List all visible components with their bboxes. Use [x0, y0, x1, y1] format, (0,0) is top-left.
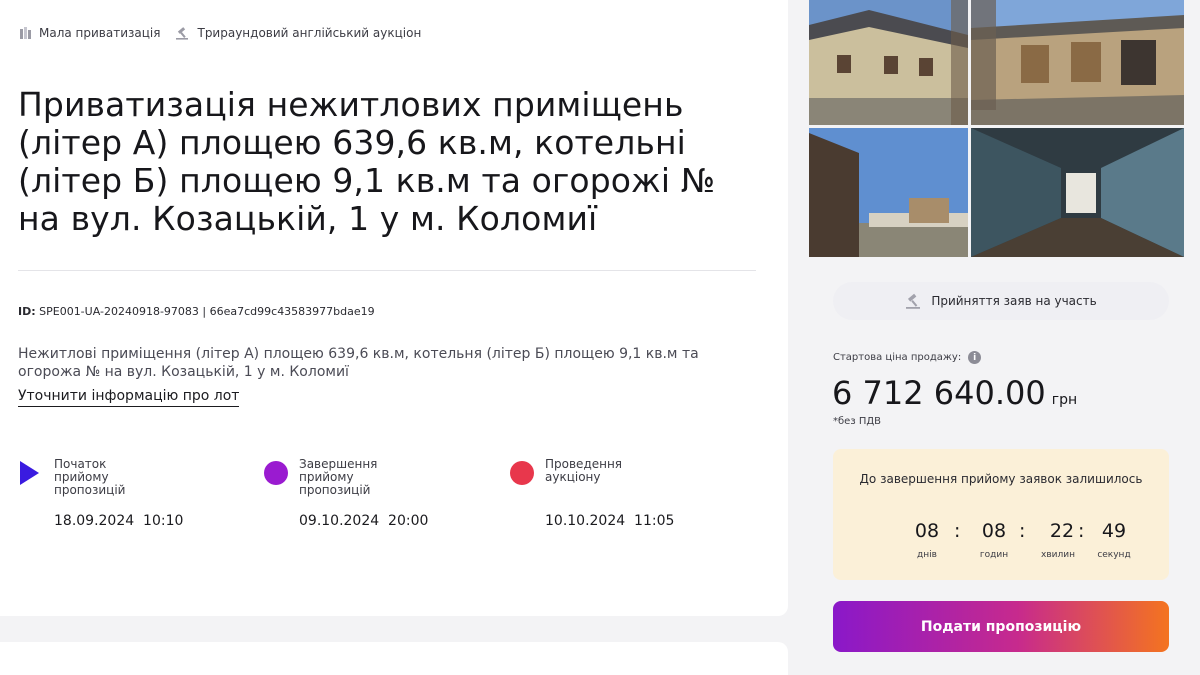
timeline-label: Проведення аукціону [545, 457, 623, 484]
status-badge: Прийняття заяв на участь [833, 282, 1169, 320]
countdown-minutes-label: хвилин [1041, 550, 1075, 560]
timeline-date: 18.09.2024 10:10 [54, 513, 184, 529]
lot-id-value: SPE001-UA-20240918-97083 | 66ea7cd99c435… [39, 305, 375, 318]
gallery-photo[interactable] [971, 128, 1184, 257]
tag-auction-type[interactable]: Трираундовий англійський аукціон [175, 26, 421, 40]
divider [18, 270, 756, 271]
lot-description: Нежитлові приміщення (літер А) площею 63… [18, 346, 699, 380]
photo-gallery [809, 0, 1184, 257]
gavel-icon [176, 27, 189, 40]
lot-id-label: ID: [18, 305, 36, 318]
countdown-panel: До завершення прийому заявок залишилось … [833, 449, 1169, 580]
gallery-photo[interactable] [809, 0, 968, 125]
countdown-hours-label: годин [979, 550, 1009, 560]
status-label: Прийняття заяв на участь [931, 294, 1097, 308]
submit-proposal-button[interactable]: Подати пропозицію [833, 601, 1169, 652]
timeline-date: 10.10.2024 11:05 [545, 513, 675, 529]
countdown-days-label: днів [917, 550, 937, 560]
page-title: Приватизація нежитлових приміщень (літер… [18, 85, 716, 238]
tag-label: Трираундовий англійський аукціон [197, 26, 422, 40]
gallery-photo[interactable] [971, 0, 1184, 125]
circle-icon [264, 461, 288, 485]
countdown-separator: : [954, 520, 961, 542]
timeline-label: Завершення прийому пропозицій [299, 457, 378, 497]
countdown-separator: : [1078, 520, 1085, 542]
lot-id: ID: SPE001-UA-20240918-97083 | 66ea7cd99… [18, 305, 375, 318]
price-label-text: Стартова ціна продажу: [833, 352, 962, 363]
lot-card: Мала приватизація Трираундовий англійськ… [0, 0, 788, 616]
gallery-photo[interactable] [809, 128, 968, 257]
price-value: 6 712 640.00 [832, 374, 1046, 412]
timeline-label: Початок прийому пропозицій [54, 457, 126, 497]
timeline-date: 09.10.2024 20:00 [299, 513, 429, 529]
start-price: 6 712 640.00 грн [832, 374, 1077, 412]
circle-icon [510, 461, 534, 485]
countdown-hours: 08 [981, 520, 1007, 542]
countdown-title: До завершення прийому заявок залишилось [859, 472, 1143, 486]
price-currency: грн [1051, 392, 1078, 408]
lot-tags: Мала приватизація Трираундовий англійськ… [19, 26, 436, 40]
tag-small-privatization[interactable]: Мала приватизація [19, 26, 160, 40]
info-icon[interactable]: i [968, 351, 982, 364]
tag-label: Мала приватизація [39, 26, 161, 40]
play-icon [20, 461, 39, 485]
building-icon [20, 27, 31, 39]
gavel-icon [906, 293, 921, 309]
price-label: Стартова ціна продажу: i [833, 351, 982, 364]
countdown-seconds: 49 [1101, 520, 1127, 542]
secondary-card [0, 642, 788, 675]
lot-details-link[interactable]: Уточнити інформацію про лот [18, 388, 240, 407]
countdown-seconds-label: секунд [1097, 550, 1131, 560]
countdown-days: 08 [914, 520, 940, 542]
countdown-separator: : [1019, 520, 1026, 542]
vat-note: *без ПДВ [833, 416, 882, 427]
